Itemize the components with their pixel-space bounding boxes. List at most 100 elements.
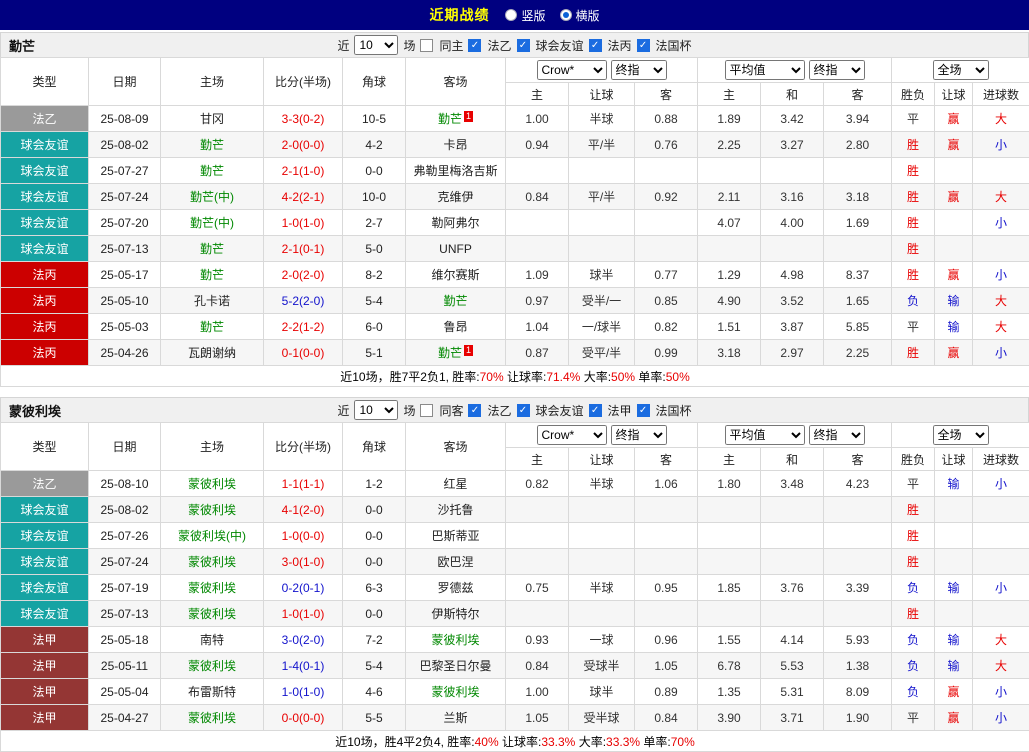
odds-stage-select[interactable]: 终指 [611,425,667,445]
column-header: 类型 [1,423,89,471]
radio-icon[interactable] [560,9,572,21]
home-team: 勤芒(中) [161,184,264,210]
odds-away: 1.06 [635,471,698,497]
home-team-name: 蒙彼利埃 [188,581,236,595]
odds-home [506,523,569,549]
odds-company-select[interactable]: Crow* [537,60,607,80]
odds-home: 0.82 [506,471,569,497]
same-side-checkbox[interactable] [420,39,433,52]
odds-company-select[interactable]: Crow* [537,425,607,445]
result-handicap: 赢 [935,679,973,705]
odds-handicap [569,601,635,627]
result-goals-text: 大 [995,659,1007,673]
result-goals-text: 小 [995,581,1007,595]
match-row: 法乙25-08-09甘冈3-3(0-2)10-5勤芒11.00半球0.881.8… [1,106,1029,132]
result-wdl-text: 负 [907,659,919,673]
league-checkbox[interactable]: ✓ [517,39,530,52]
result-wdl-text: 胜 [907,607,919,621]
scope-select[interactable]: 全场 [933,60,989,80]
league-filter-2[interactable]: ✓法丙 [589,37,632,54]
home-team: 勤芒 [161,262,264,288]
score: 3-0(2-0) [264,627,343,653]
games-count-select[interactable]: 10 [354,35,398,55]
sub-column-header: 主 [698,448,761,471]
view-option-1[interactable]: 横版 [560,7,600,24]
header-row-groups: 类型日期主场比分(半场)角球客场Crow*终指平均值终指全场 [1,423,1029,448]
title-bar: 近期战绩 竖版横版 [0,0,1029,30]
league-checkbox[interactable]: ✓ [637,404,650,417]
near-label: 近 [337,37,349,54]
league-filter-3[interactable]: ✓法国杯 [637,37,692,54]
league-filter-0[interactable]: ✓法乙 [468,37,511,54]
result-handicap: 输 [935,627,973,653]
summary-part: 近10场，胜7平2负1, 胜率: [340,370,479,384]
odds-handicap: 半球 [569,575,635,601]
result-group-scope: 全场 [892,58,1029,83]
league-filter-0[interactable]: ✓法乙 [468,402,511,419]
column-header: 角球 [343,58,406,106]
league-checkbox[interactable]: ✓ [589,404,602,417]
odds-handicap: 受半球 [569,705,635,731]
avg-draw: 3.16 [761,184,824,210]
same-side-filter[interactable]: 同客 [420,402,463,419]
same-side-checkbox[interactable] [420,404,433,417]
result-handicap [935,158,973,184]
odds-handicap [569,210,635,236]
match-date: 25-08-09 [89,106,161,132]
result-goals [973,601,1029,627]
league-checkbox[interactable]: ✓ [468,39,481,52]
odds-home: 0.94 [506,132,569,158]
games-count-select[interactable]: 10 [354,400,398,420]
result-wdl-text: 平 [907,477,919,491]
result-handicap-text: 赢 [948,685,960,699]
league-filter-1[interactable]: ✓球会友谊 [517,37,584,54]
league-filter-2[interactable]: ✓法甲 [589,402,632,419]
league-filter-3[interactable]: ✓法国杯 [637,402,692,419]
odds-handicap: 球半 [569,262,635,288]
avg-stage-select[interactable]: 终指 [809,60,865,80]
result-goals-text: 小 [995,268,1007,282]
match-date: 25-08-10 [89,471,161,497]
result-wdl: 胜 [892,184,935,210]
avg-away: 1.69 [824,210,892,236]
avg-home: 1.80 [698,471,761,497]
radio-icon[interactable] [505,9,517,21]
avg-away: 3.18 [824,184,892,210]
league-filter-1[interactable]: ✓球会友谊 [517,402,584,419]
odds-home: 0.84 [506,184,569,210]
team-section: 蒙彼利埃近10场同客✓法乙✓球会友谊✓法甲✓法国杯类型日期主场比分(半场)角球客… [0,397,1029,752]
avg-odds-select[interactable]: 平均值 [725,425,805,445]
view-option-0[interactable]: 竖版 [505,7,545,24]
home-team: 蒙彼利埃(中) [161,523,264,549]
home-team-name: 蒙彼利埃(中) [178,529,246,543]
view-mode-options: 竖版横版 [505,7,599,24]
result-goals: 小 [973,471,1029,497]
home-team-name: 蒙彼利埃 [188,659,236,673]
league-checkbox[interactable]: ✓ [637,39,650,52]
avg-draw [761,549,824,575]
away-team-name: 巴黎圣日尔曼 [419,659,491,673]
league-checkbox[interactable]: ✓ [517,404,530,417]
same-side-filter[interactable]: 同主 [420,37,463,54]
odds-stage-select[interactable]: 终指 [611,60,667,80]
league-checkbox[interactable]: ✓ [468,404,481,417]
avg-stage-select[interactable]: 终指 [809,425,865,445]
result-wdl: 胜 [892,549,935,575]
avg-away: 2.25 [824,340,892,366]
home-team-name: 勤芒(中) [190,190,234,204]
sub-column-header: 客 [635,83,698,106]
corner-score: 0-0 [343,523,406,549]
league-badge: 球会友谊 [1,549,89,575]
match-date: 25-07-20 [89,210,161,236]
avg-odds-select[interactable]: 平均值 [725,60,805,80]
home-team-name: 瓦朗谢纳 [188,346,236,360]
home-team-name: 勤芒 [200,268,224,282]
match-date: 25-05-18 [89,627,161,653]
scope-select[interactable]: 全场 [933,425,989,445]
score-text: 0-0(0-0) [282,711,325,725]
avg-home [698,549,761,575]
odds-handicap: 平/半 [569,132,635,158]
home-team-name: 勤芒 [200,242,224,256]
away-team: 卡昂 [406,132,506,158]
league-checkbox[interactable]: ✓ [589,39,602,52]
